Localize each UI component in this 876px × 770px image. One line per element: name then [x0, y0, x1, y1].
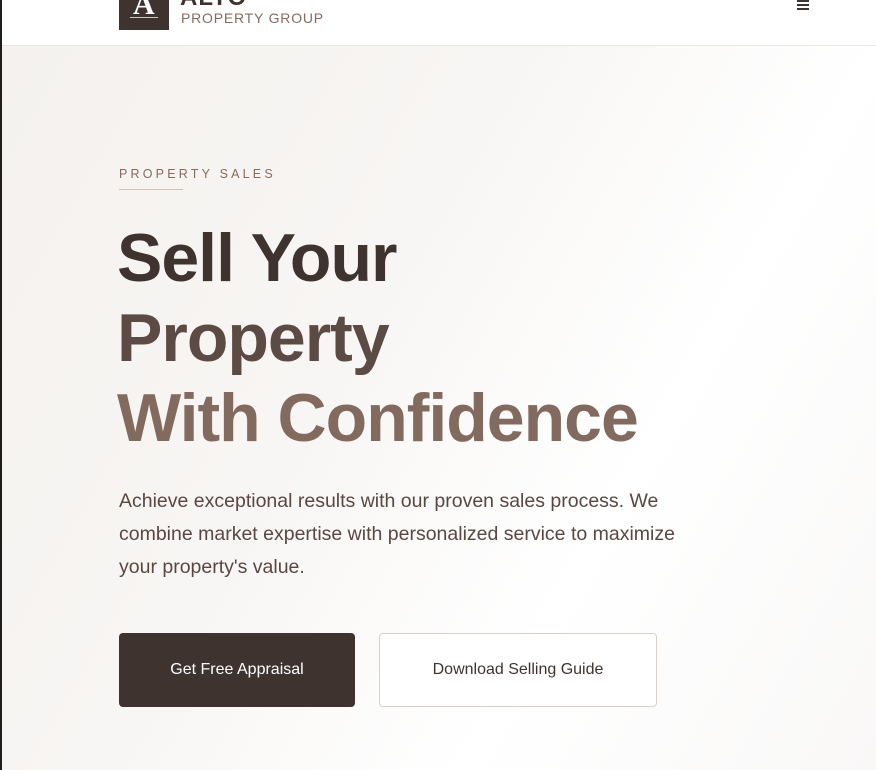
eyebrow-divider [119, 189, 183, 190]
headline-line-1: Sell Your [117, 220, 397, 296]
get-free-appraisal-button[interactable]: Get Free Appraisal [119, 633, 355, 707]
hero-headline: Sell Your Property With Confidence [117, 218, 639, 458]
hero-section: PROPERTY SALES Sell Your Property With C… [2, 46, 876, 770]
page: A ALTO PROPERTY GROUP PROPERTY SALES Sel… [0, 0, 876, 770]
headline-line-2: Property [117, 300, 390, 376]
brand-name[interactable]: ALTO [180, 0, 247, 10]
headline-line-3: With Confidence [117, 380, 639, 456]
hero-description: Achieve exceptional results with our pro… [119, 490, 675, 578]
logo-fineprint [130, 17, 158, 18]
site-header: A ALTO PROPERTY GROUP [2, 0, 876, 46]
brand-subtitle: PROPERTY GROUP [181, 10, 324, 26]
download-selling-guide-button[interactable]: Download Selling Guide [379, 633, 657, 707]
hamburger-menu-icon[interactable] [796, 0, 810, 11]
logo[interactable]: A [119, 0, 169, 30]
section-eyebrow: PROPERTY SALES [119, 167, 276, 181]
